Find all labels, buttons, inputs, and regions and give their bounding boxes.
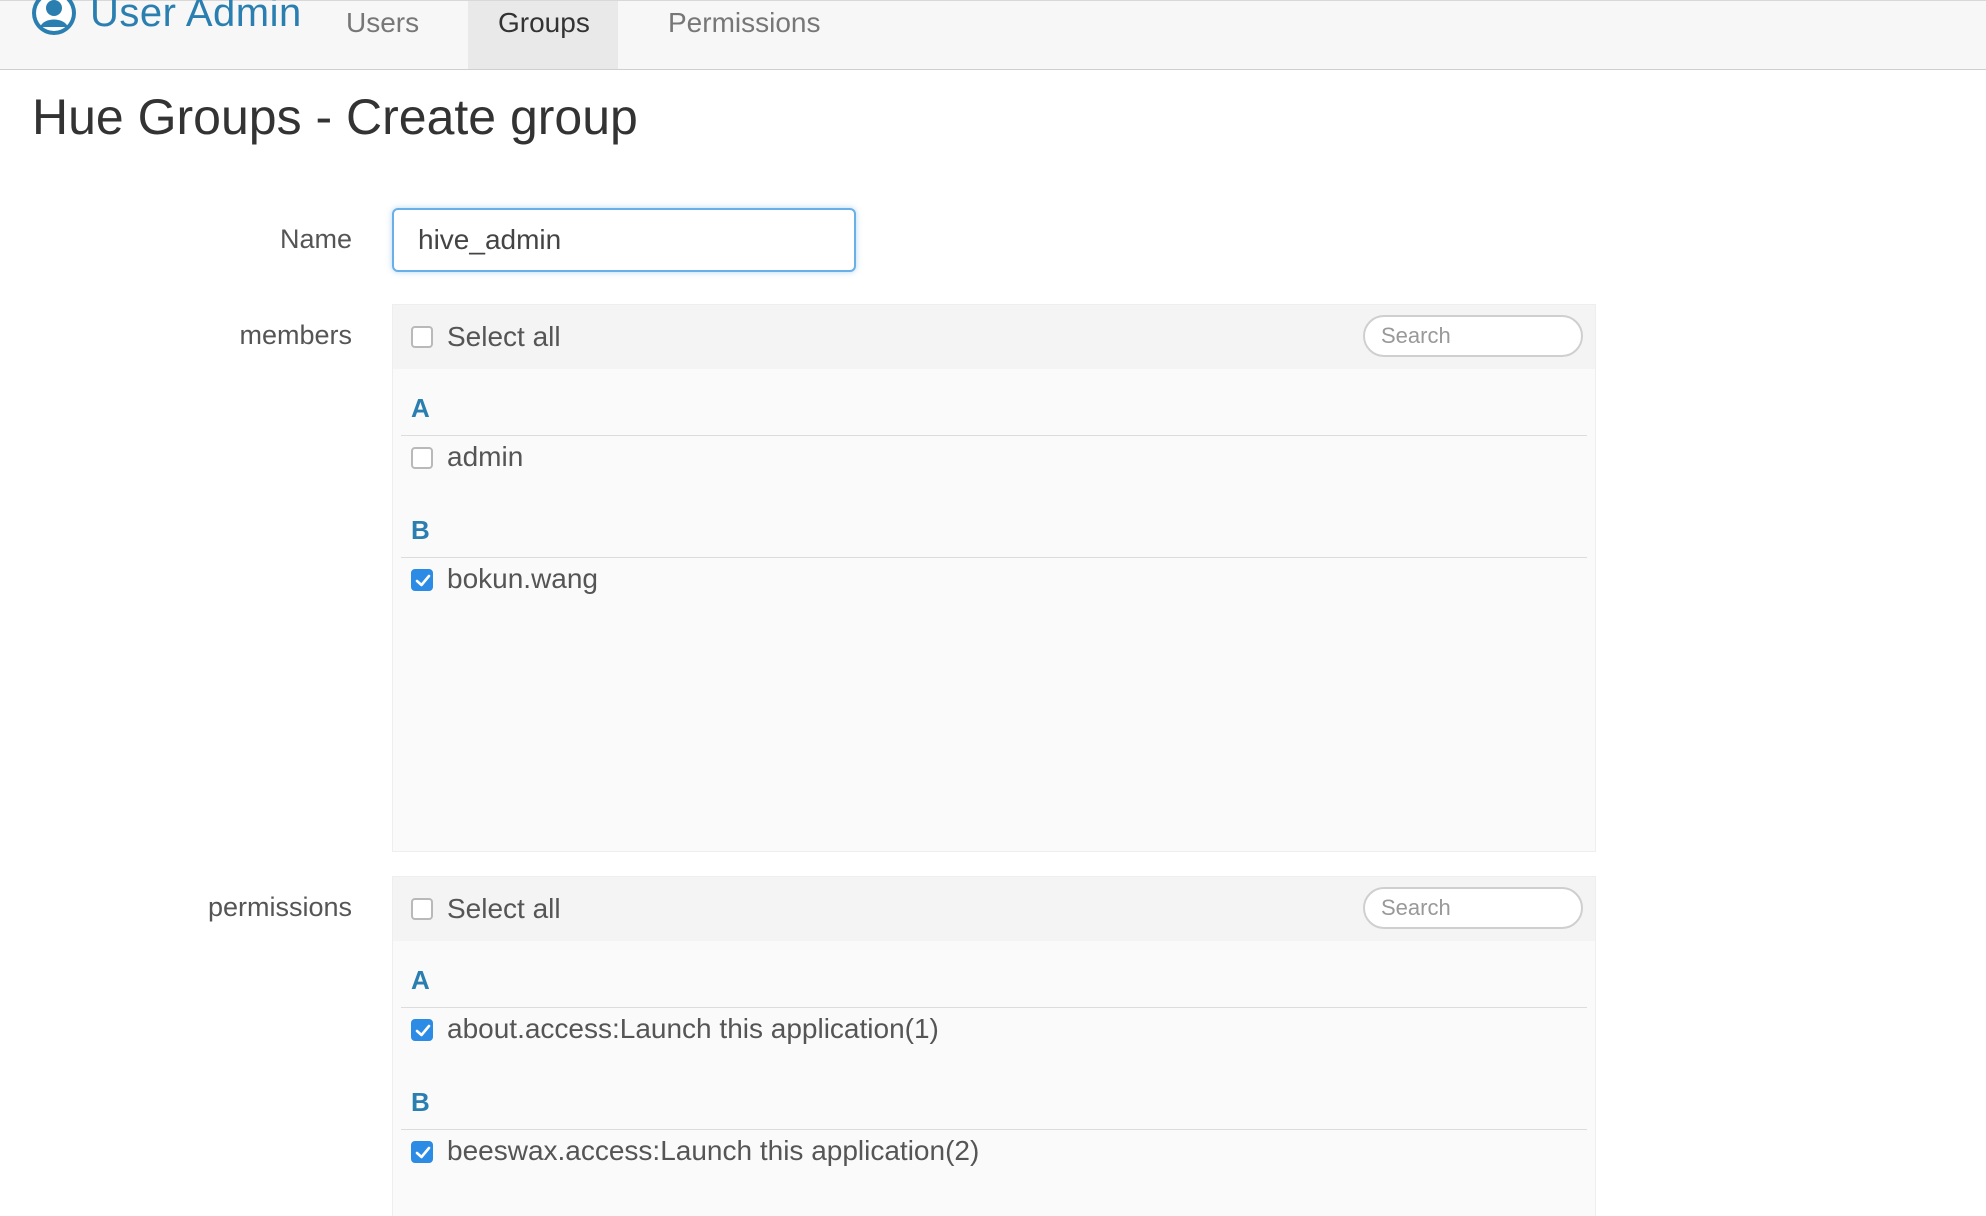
member-label-bokun-wang[interactable]: bokun.wang [447,563,598,595]
members-multiselect: Select all A admin B bokun.wang [392,304,1596,852]
permissions-group-letter: B [411,1087,430,1117]
permissions-label: permissions [207,892,352,922]
user-circle-icon [32,0,76,35]
checkmark-icon [415,1146,431,1159]
permissions-search-input[interactable] [1363,887,1583,929]
name-label: Name [279,224,352,254]
members-select-all-checkbox[interactable] [411,326,433,348]
members-label: members [239,320,352,350]
divider [401,557,1587,558]
app-title: User Admin [90,0,302,35]
permission-checkbox-about-access[interactable] [411,1019,433,1041]
divider [401,1007,1587,1008]
members-header: Select all [393,305,1595,369]
page-title: Hue Groups - Create group [32,89,638,145]
tab-users[interactable]: Users [322,1,442,69]
permission-label-beeswax-access[interactable]: beeswax.access:Launch this application(2… [447,1135,979,1167]
tab-permissions[interactable]: Permissions [644,1,854,69]
tab-groups[interactable]: Groups [468,1,618,69]
permissions-group-letter: A [411,965,430,995]
divider [401,435,1587,436]
name-input[interactable] [392,208,856,272]
permissions-select-all-checkbox[interactable] [411,898,433,920]
top-navbar: User Admin Users Groups Permissions [0,0,1986,70]
members-group-letter: A [411,393,430,423]
permissions-select-all-label[interactable]: Select all [447,893,561,925]
member-checkbox-bokun-wang[interactable] [411,569,433,591]
permissions-multiselect: Select all A about.access:Launch this ap… [392,876,1596,1216]
app-brand[interactable]: User Admin [30,0,302,43]
divider [401,1129,1587,1130]
members-group-letter: B [411,515,430,545]
member-label-admin[interactable]: admin [447,441,523,473]
permission-label-about-access[interactable]: about.access:Launch this application(1) [447,1013,939,1045]
members-select-all-label[interactable]: Select all [447,321,561,353]
checkmark-icon [415,574,431,587]
members-search-input[interactable] [1363,315,1583,357]
permission-checkbox-beeswax-access[interactable] [411,1141,433,1163]
checkmark-icon [415,1024,431,1037]
permissions-header: Select all [393,877,1595,941]
member-checkbox-admin[interactable] [411,447,433,469]
